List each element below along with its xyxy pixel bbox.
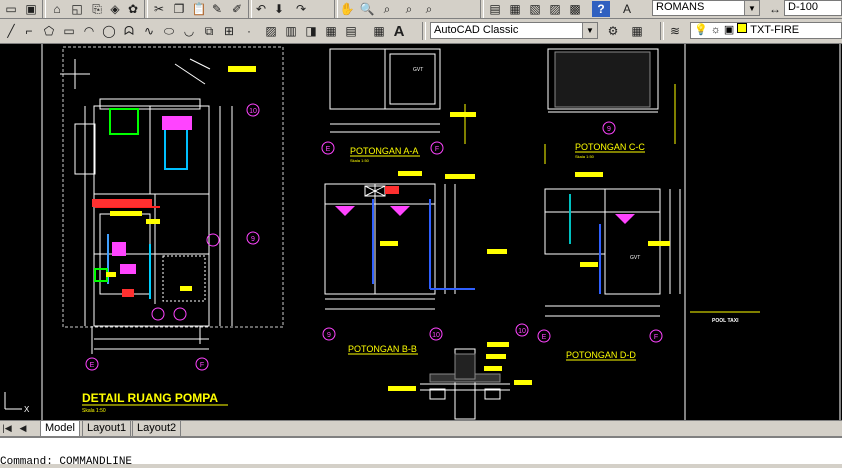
zoom-previous-icon[interactable]: ⌕	[400, 1, 418, 17]
grid-label-e: E	[90, 362, 95, 369]
bulb-icon: 💡	[694, 24, 708, 36]
draw-toolbar: ╱ ⌐ ⬠ ▭ ◠ ◯ ᗣ ∿ ⬭ ◡ ⧉ ⊞ · ▨ ▥ ◨ ▦ ▤ ▦ A …	[0, 19, 842, 44]
grid-label-f-aa: F	[435, 146, 439, 153]
ellipse-arc-icon[interactable]: ◡	[180, 23, 198, 39]
scale-aa: Skala 1:50	[350, 158, 370, 163]
gvt-label-dd: GVT	[630, 255, 640, 261]
workspace-select[interactable]: AutoCAD Classic ▼	[430, 22, 598, 39]
circle-icon[interactable]: ◯	[100, 23, 118, 39]
zoom-extents-icon[interactable]: ⌕	[420, 1, 438, 17]
paste-icon[interactable]: 📋	[190, 1, 208, 17]
table-icon[interactable]: ▦	[322, 23, 340, 39]
sheet-set-icon[interactable]: ✿	[124, 1, 142, 17]
text-style-select[interactable]: ROMANS ▼	[652, 0, 760, 16]
section-dd-title: POTONGAN D-D	[566, 350, 636, 360]
text-icon[interactable]: A	[390, 23, 408, 40]
zoom-realtime-icon[interactable]: 🔍	[358, 1, 376, 17]
lock-icon: ▣	[723, 24, 735, 36]
grid-label-f: F	[200, 362, 204, 369]
scale-cc: Skala 1:50	[575, 154, 595, 159]
ellipse-icon[interactable]: ⬭	[160, 23, 178, 39]
revcloud-icon[interactable]: ᗣ	[120, 23, 138, 39]
new-file-icon[interactable]: ▭	[2, 1, 20, 17]
standard-toolbar: ▭ ▣ ⌂ ◱ ⎘ ◈ ✿ ✂ ❐ 📋 ✎ ✐ ↶ ⬇ ↷ ✋ 🔍 ⌕ ⌕ ⌕ …	[0, 0, 842, 19]
dim-style-icon: ↔	[769, 2, 781, 16]
plot-preview-icon[interactable]: ◱	[68, 1, 86, 17]
copy-icon[interactable]: ❐	[170, 1, 188, 17]
hatch-icon[interactable]: ▨	[262, 23, 280, 39]
properties-icon[interactable]: ▤	[486, 1, 504, 17]
command-window[interactable]: Command: COMMANDLINE	[0, 436, 842, 468]
grid-label-10-bb: 10	[432, 332, 440, 339]
pan-icon[interactable]: ✋	[338, 1, 356, 17]
calculator-icon[interactable]: ▩	[566, 1, 584, 17]
help-icon[interactable]: ?	[592, 1, 610, 17]
tab-layout1[interactable]: Layout1	[82, 421, 132, 437]
section-aa-title: POTONGAN A-A	[350, 146, 418, 156]
tool-palettes-icon[interactable]: ▧	[526, 1, 544, 17]
grid-label-10-dd: 10	[518, 328, 526, 335]
tab-model[interactable]: Model	[40, 421, 80, 437]
grid-label-f-dd: F	[654, 334, 658, 341]
tab-layout2[interactable]: Layout2	[132, 421, 182, 437]
chevron-down-icon[interactable]: ▼	[582, 23, 597, 38]
polygon-icon[interactable]: ⬠	[40, 23, 58, 39]
3d-dwf-icon[interactable]: ◈	[106, 1, 124, 17]
gvt-label-aa: GVT	[413, 67, 423, 73]
grid-label-e-aa: E	[326, 146, 331, 153]
multiline-text-icon[interactable]: ▤	[342, 23, 360, 39]
layer-color-swatch	[737, 23, 748, 33]
layer-icon[interactable]: ▦	[628, 23, 646, 39]
layer-select[interactable]: 💡 ☼ ▣ TXT-FIRE	[690, 22, 842, 39]
chevron-down-icon[interactable]: ▼	[744, 1, 759, 15]
section-bb-title: POTONGAN B-B	[348, 344, 417, 354]
dim-style-select[interactable]: D-100	[784, 0, 842, 16]
workspace-settings-icon[interactable]: ⚙	[604, 23, 622, 39]
plot-icon[interactable]: ⌂	[48, 1, 66, 17]
region-icon[interactable]: ◨	[302, 23, 320, 39]
gradient-icon[interactable]: ▥	[282, 23, 300, 39]
polyline-icon[interactable]: ⌐	[20, 23, 38, 39]
insert-block-icon[interactable]: ⧉	[200, 23, 218, 39]
scale-main: Skala 1:50	[82, 408, 106, 414]
line-icon[interactable]: ╱	[2, 23, 20, 39]
layer-manager-icon[interactable]: ≋	[666, 23, 684, 39]
point-icon[interactable]: ·	[240, 23, 258, 39]
first-tab-icon[interactable]: |◀	[0, 421, 14, 436]
match-properties-icon[interactable]: ✎	[208, 1, 226, 17]
redo-icon[interactable]: ↷	[292, 1, 310, 17]
drawing-canvas[interactable]: DETAIL RUANG POMPA Skala 1:50 POTONGAN A…	[0, 44, 842, 420]
rectangle-icon[interactable]: ▭	[60, 23, 78, 39]
block-editor-icon[interactable]: ✐	[228, 1, 246, 17]
prev-tab-icon[interactable]: ◀	[16, 421, 30, 436]
arc-icon[interactable]: ◠	[80, 23, 98, 39]
sheet-set-manager-icon[interactable]: ▨	[546, 1, 564, 17]
zoom-window-icon[interactable]: ⌕	[378, 1, 396, 17]
grid-label-9-bb: 9	[327, 332, 331, 339]
cut-icon[interactable]: ✂	[150, 1, 168, 17]
cad-drawing: DETAIL RUANG POMPA Skala 1:50 POTONGAN A…	[4, 44, 841, 420]
make-block-icon[interactable]: ⊞	[220, 23, 238, 39]
grid-label-10: 10	[249, 108, 257, 115]
publish-icon[interactable]: ⎘	[88, 1, 106, 17]
table-insert-icon[interactable]: ▦	[370, 23, 388, 39]
undo-dropdown-icon[interactable]: ⬇	[270, 1, 288, 17]
section-cc-title: POTONGAN C-C	[575, 142, 645, 152]
text-style-icon: A	[622, 2, 631, 16]
design-center-icon[interactable]: ▦	[506, 1, 524, 17]
ucs-x-label: X	[24, 405, 30, 414]
undo-icon[interactable]: ↶	[252, 1, 270, 17]
pool-taxi-label: POOL TAXI	[712, 318, 739, 324]
grid-label-9: 9	[251, 236, 255, 243]
spline-icon[interactable]: ∿	[140, 23, 158, 39]
grid-label-9-cc: 9	[607, 126, 611, 133]
title-detail-ruang-pompa: DETAIL RUANG POMPA	[82, 391, 218, 405]
save-icon[interactable]: ▣	[22, 1, 40, 17]
sun-icon: ☼	[710, 24, 721, 36]
layout-tabs: |◀ ◀ Model Layout1 Layout2	[0, 420, 842, 437]
grid-label-e-dd: E	[542, 334, 547, 341]
command-line-text[interactable]: Command: COMMANDLINE	[0, 456, 132, 468]
